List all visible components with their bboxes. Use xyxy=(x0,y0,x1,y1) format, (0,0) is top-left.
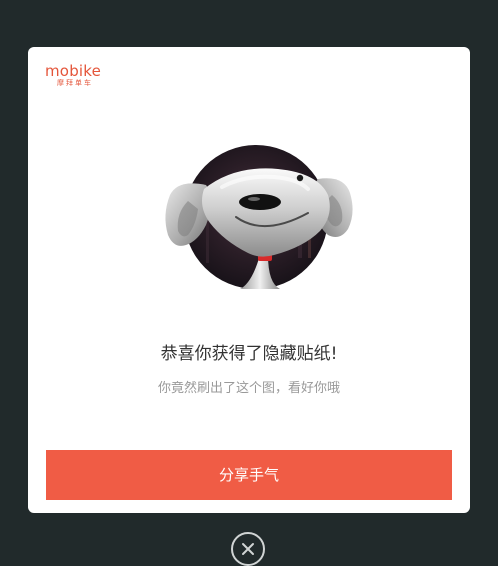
close-icon xyxy=(242,543,254,555)
logo-wordmark: mobike xyxy=(45,62,102,80)
dialog-title: 恭喜你获得了隐藏贴纸! xyxy=(160,344,338,364)
sticker-dialog: mobike 摩拜单车 恭喜你获得了隐藏贴纸! 你竟然刷出了这个图，看好你哦 分… xyxy=(28,47,470,513)
mobike-logo: mobike 摩拜单车 xyxy=(45,63,115,88)
logo-tagline: 摩拜单车 xyxy=(57,79,93,87)
share-luck-button[interactable]: 分享手气 xyxy=(46,450,452,500)
close-button[interactable] xyxy=(231,532,265,566)
dialog-subtitle: 你竟然刷出了这个图，看好你哦 xyxy=(157,381,340,396)
joy-dog-mascot-icon xyxy=(165,145,353,289)
